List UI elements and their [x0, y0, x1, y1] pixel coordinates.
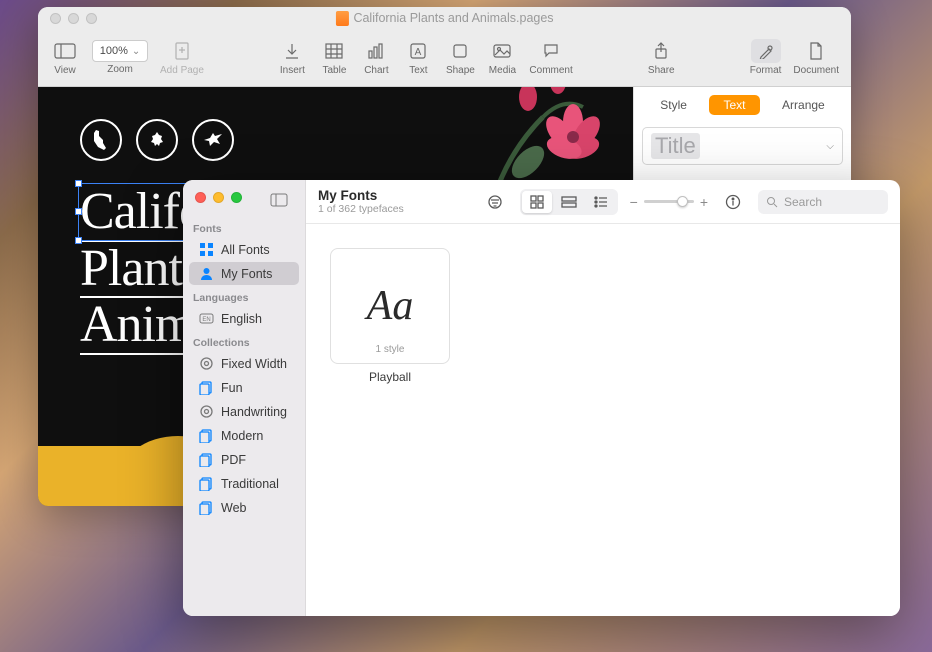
icon-row [80, 119, 234, 161]
filter-button[interactable] [482, 191, 508, 213]
pages-doc-icon [335, 11, 348, 26]
size-slider[interactable]: − + [630, 194, 708, 210]
sidebar-item-modern[interactable]: Modern [189, 424, 299, 447]
sidebar-item-fun[interactable]: Fun [189, 376, 299, 399]
zoom-select[interactable]: 100%⌄ Zoom [86, 40, 154, 75]
format-button[interactable]: Format [744, 39, 788, 76]
tab-arrange[interactable]: Arrange [768, 95, 839, 115]
sidepanel-tabs: Style Text Arrange [642, 95, 843, 115]
font-styles-label: 1 style [376, 344, 405, 355]
sidebar-item-handwriting[interactable]: Handwriting [189, 400, 299, 423]
share-button[interactable]: Share [640, 39, 682, 76]
sidebar-item-web[interactable]: Web [189, 496, 299, 519]
sidebar-item-pdf[interactable]: PDF [189, 448, 299, 471]
toolbar: View 100%⌄ Zoom Add Page Insert Table Ch… [38, 29, 851, 87]
insert-button[interactable]: Insert [271, 39, 313, 76]
titlebar: California Plants and Animals.pages [38, 7, 851, 29]
leaf-icon [136, 119, 178, 161]
view-button[interactable]: View [44, 39, 86, 76]
paragraph-style-select[interactable]: Title ⌵ [642, 127, 843, 165]
search-input[interactable]: Search [758, 190, 888, 214]
sidebar-item-my-fonts[interactable]: My Fonts [189, 262, 299, 285]
fontbook-title-block: My Fonts 1 of 362 typefaces [318, 188, 404, 215]
maximize-window-button[interactable] [231, 192, 242, 203]
grid-view-button[interactable] [522, 191, 552, 213]
sidebar-item-fixed-width[interactable]: Fixed Width [189, 352, 299, 375]
section-collections: Collections [183, 331, 305, 351]
fontbook-header: My Fonts 1 of 362 typefaces − [306, 180, 900, 224]
chart-button[interactable]: Chart [355, 39, 397, 76]
fontbook-window: Fonts All Fonts My Fonts Languages EN En… [183, 180, 900, 616]
hummingbird-icon [192, 119, 234, 161]
fontbook-main: My Fonts 1 of 362 typefaces − [306, 180, 900, 616]
table-button[interactable]: Table [313, 39, 355, 76]
info-button[interactable] [720, 191, 746, 213]
add-page-button: Add Page [154, 39, 210, 76]
search-icon [766, 196, 778, 208]
slider-track[interactable] [644, 200, 694, 203]
chevron-down-icon: ⌵ [826, 141, 834, 152]
fontbook-content: Aa 1 style Playball [306, 224, 900, 616]
document-button[interactable]: Document [787, 39, 845, 76]
sidebar-item-all-fonts[interactable]: All Fonts [189, 238, 299, 261]
text-button[interactable]: A Text [397, 39, 439, 76]
slider-thumb[interactable] [677, 196, 688, 207]
california-icon [80, 119, 122, 161]
fontbook-title: My Fonts [318, 188, 404, 203]
tab-style[interactable]: Style [646, 95, 701, 115]
sidebar-item-traditional[interactable]: Traditional [189, 472, 299, 495]
svg-text:A: A [415, 47, 422, 58]
maximize-window-button[interactable] [86, 13, 97, 24]
plus-icon[interactable]: + [700, 194, 708, 210]
section-languages: Languages [183, 286, 305, 306]
font-sample: Aa [367, 282, 414, 330]
sidebar-toggle-button[interactable] [266, 190, 292, 210]
comment-button[interactable]: Comment [523, 39, 578, 76]
font-card-playball[interactable]: Aa 1 style Playball [330, 248, 450, 384]
tab-text[interactable]: Text [709, 95, 759, 115]
font-name-label: Playball [330, 370, 450, 384]
fontbook-sidebar: Fonts All Fonts My Fonts Languages EN En… [183, 180, 306, 616]
minimize-window-button[interactable] [213, 192, 224, 203]
font-preview[interactable]: Aa 1 style [330, 248, 450, 364]
traffic-lights [50, 13, 97, 24]
minus-icon[interactable]: − [630, 194, 638, 210]
media-button[interactable]: Media [481, 39, 523, 76]
view-mode-group [520, 189, 618, 215]
minimize-window-button[interactable] [68, 13, 79, 24]
close-window-button[interactable] [195, 192, 206, 203]
fontbook-subtitle: 1 of 362 typefaces [318, 203, 404, 215]
close-window-button[interactable] [50, 13, 61, 24]
section-fonts: Fonts [183, 217, 305, 237]
document-title: California Plants and Animals.pages [335, 11, 553, 26]
list-view-button[interactable] [586, 191, 616, 213]
svg-text:EN: EN [202, 317, 210, 323]
shape-button[interactable]: Shape [439, 39, 481, 76]
sample-view-button[interactable] [554, 191, 584, 213]
sidebar-item-english[interactable]: EN English [189, 307, 299, 330]
